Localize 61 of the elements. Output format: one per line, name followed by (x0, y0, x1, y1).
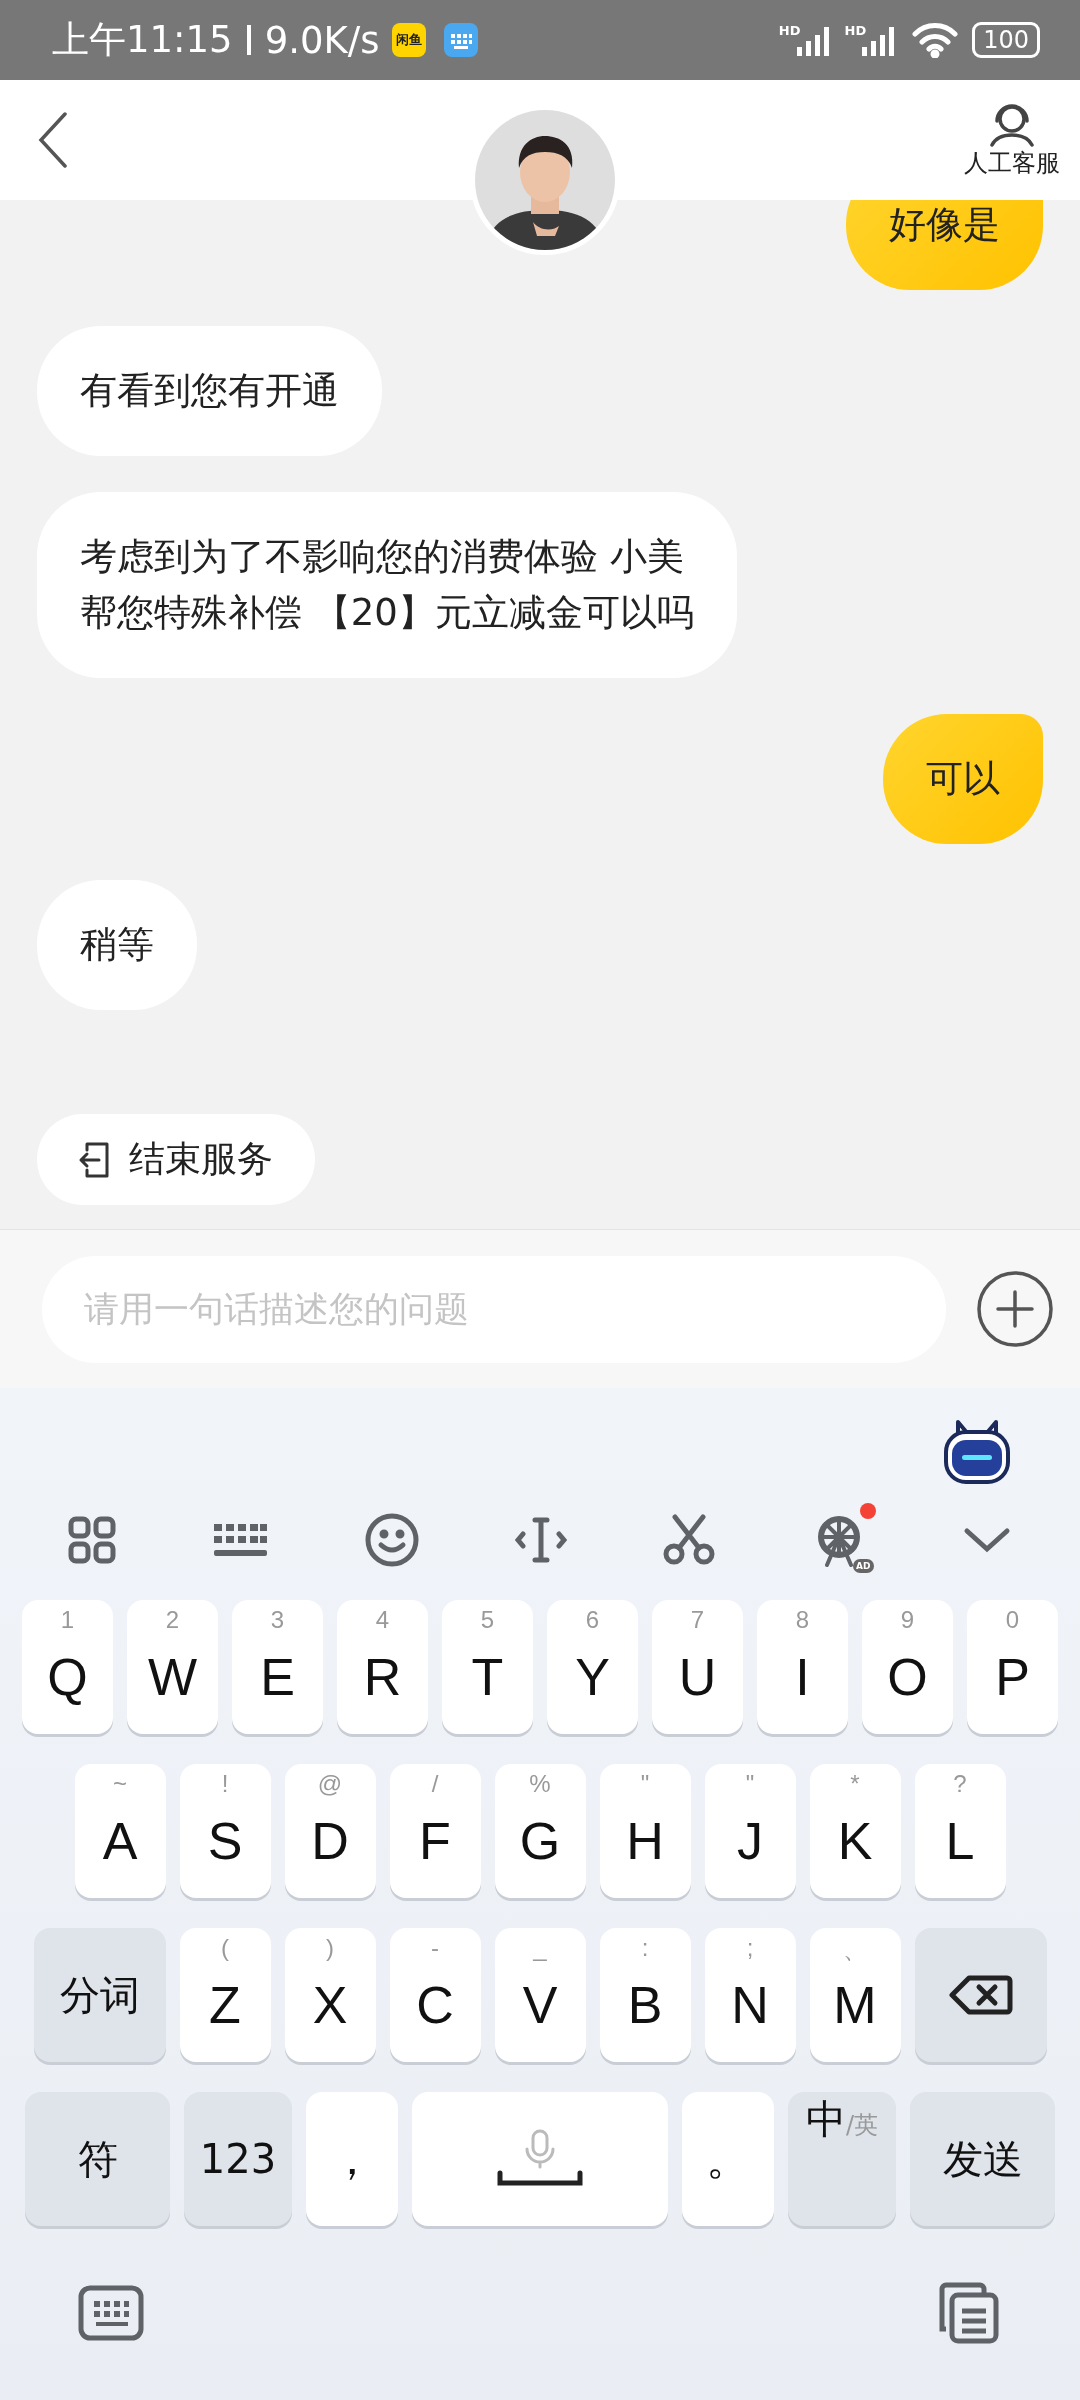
letter-key[interactable]: ) X (284, 1928, 376, 2062)
letter-key[interactable]: 、 M (809, 1928, 901, 2062)
letter-key[interactable]: % G (494, 1764, 586, 1898)
emoji-icon[interactable] (364, 1513, 419, 1567)
punctuation-key[interactable]: ， (306, 2092, 398, 2226)
letter-key[interactable]: 7 U (652, 1600, 743, 1734)
letter-key[interactable]: " J (704, 1764, 796, 1898)
keyboard-app-icon (443, 23, 478, 57)
letter-key[interactable]: ? L (914, 1764, 1006, 1898)
keyboard-icon[interactable] (78, 2285, 144, 2341)
letter-key[interactable]: - C (389, 1928, 481, 2062)
letter-key[interactable]: 6 Y (547, 1600, 638, 1734)
letter-key[interactable]: 8 I (757, 1600, 848, 1734)
microphone-space-icon (497, 2129, 583, 2189)
apps-icon[interactable] (68, 1516, 117, 1564)
wifi-icon (912, 22, 959, 58)
exit-icon (77, 1141, 111, 1178)
letter-key[interactable]: 9 O (862, 1600, 953, 1734)
agent-message: 稍等 (37, 880, 197, 1010)
function-key[interactable]: 123 (184, 2092, 292, 2226)
letter-key[interactable]: _ V (494, 1928, 586, 2062)
letter-key[interactable]: ; N (704, 1928, 796, 2062)
back-icon[interactable] (38, 112, 68, 168)
function-key[interactable]: 发送 (910, 2092, 1055, 2226)
function-key[interactable]: 分词 (33, 1928, 166, 2062)
scissors-icon[interactable] (663, 1514, 716, 1566)
hd-label: HD (778, 23, 801, 38)
user-message: 可以 (883, 714, 1043, 844)
message-input[interactable]: 请用一句话描述您的问题 (42, 1255, 946, 1363)
letter-key[interactable]: 5 T (442, 1600, 533, 1734)
app-badge: 闲鱼 (391, 23, 426, 57)
agent-message: 有看到您有开通 (37, 326, 382, 456)
letter-key[interactable]: " H (599, 1764, 691, 1898)
letter-key[interactable]: 3 E (232, 1600, 323, 1734)
function-key[interactable]: 符 (25, 2092, 170, 2226)
hd-label: HD (844, 23, 867, 38)
user-message: 好像是 (846, 200, 1043, 290)
network-speed: 9.0K/s (264, 18, 380, 62)
robot-icon[interactable] (942, 1418, 1012, 1484)
add-icon[interactable] (976, 1270, 1054, 1348)
letter-key[interactable]: ( Z (179, 1928, 271, 2062)
backspace-icon (948, 1975, 1013, 2015)
letter-key[interactable]: 0 P (967, 1600, 1058, 1734)
letter-key[interactable]: @ D (284, 1764, 376, 1898)
letter-key[interactable]: ~ A (74, 1764, 166, 1898)
language-key[interactable]: 中/英 (788, 2092, 896, 2226)
human-agent-button[interactable]: 人工客服 (964, 101, 1060, 179)
end-service-button[interactable]: 结束服务 (37, 1114, 315, 1205)
backspace-key[interactable] (914, 1928, 1047, 2062)
punctuation-key[interactable]: 。 (682, 2092, 774, 2226)
letter-key[interactable]: ! S (179, 1764, 271, 1898)
status-time: 上午11:15 (52, 17, 233, 63)
letter-key[interactable]: 1 Q (22, 1600, 113, 1734)
letter-key[interactable]: 4 R (337, 1600, 428, 1734)
battery-level: 100 (972, 22, 1040, 58)
letter-key[interactable]: * K (809, 1764, 901, 1898)
letter-key[interactable]: / F (389, 1764, 481, 1898)
letter-key[interactable]: : B (599, 1928, 691, 2062)
ad-tag: AD (853, 1559, 874, 1573)
agent-message: 考虑到为了不影响您的消费体验 小美帮您特殊补偿 【20】元立减金可以吗 (37, 492, 737, 678)
letter-key[interactable]: 2 W (127, 1600, 218, 1734)
